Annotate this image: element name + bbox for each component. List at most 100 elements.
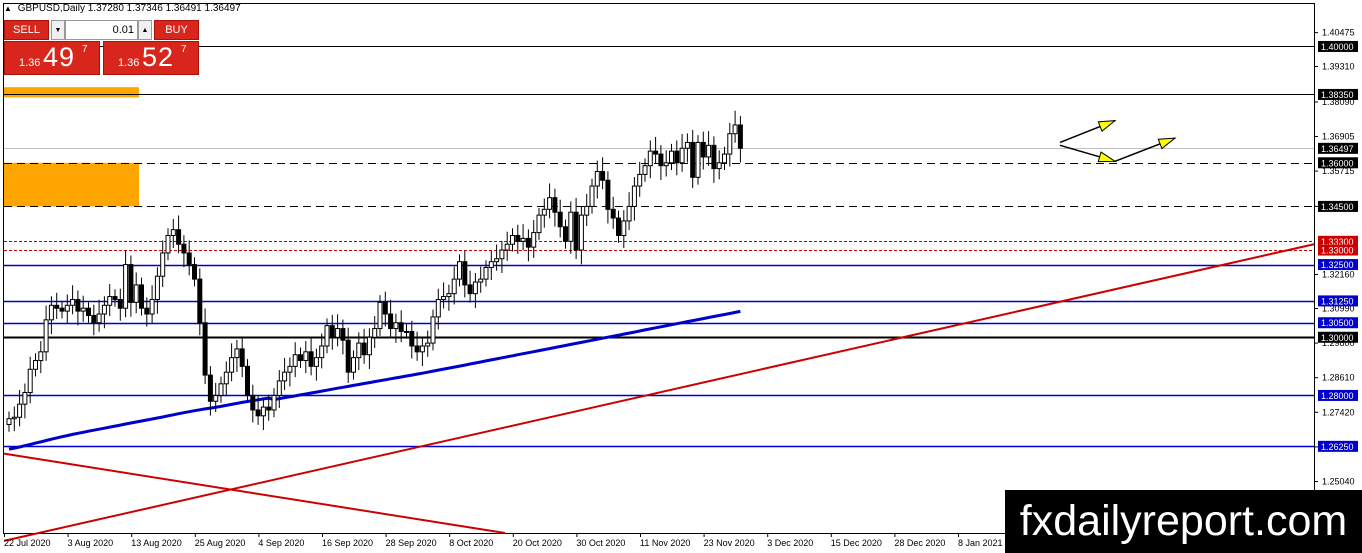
lot-size-input[interactable]: 0.01 <box>65 20 138 40</box>
time-tick-label: 8 Jan 2021 <box>958 538 1003 548</box>
candle-body <box>223 371 229 385</box>
candle-body <box>38 351 44 362</box>
candle-body <box>594 171 600 187</box>
level-label-text: 1.36497 <box>1321 144 1354 154</box>
lot-decrease-icon[interactable]: ▼ <box>51 20 65 40</box>
candle-body <box>80 307 86 312</box>
candle-body <box>732 124 738 135</box>
time-tick-label: 30 Oct 2020 <box>576 538 625 548</box>
candle-body <box>425 342 431 347</box>
candle-body <box>308 351 314 367</box>
buy-button[interactable]: BUY <box>154 20 199 40</box>
zone-rect <box>4 162 139 207</box>
candle-body <box>149 298 155 315</box>
candle-body <box>101 304 107 315</box>
collapse-triangle-icon[interactable]: ▲ <box>4 4 12 13</box>
candle-body <box>441 296 447 300</box>
lot-increase-icon[interactable]: ▲ <box>138 20 152 40</box>
price-tick-label: 1.40475 <box>1322 28 1355 38</box>
candle-body <box>584 205 590 216</box>
chart-header: ▲ GBPUSD,Daily 1.37280 1.37346 1.36491 1… <box>4 3 241 14</box>
candle-body <box>372 328 378 338</box>
level-label-text: 1.33000 <box>1321 246 1354 256</box>
candle-body <box>6 418 12 426</box>
candle-body <box>64 304 70 312</box>
candle-body <box>552 197 558 213</box>
candle-body <box>128 264 134 303</box>
sell-price-pips: 49 <box>43 42 76 72</box>
candle-body <box>658 153 664 167</box>
candle-body <box>33 360 38 370</box>
time-tick-label: 20 Oct 2020 <box>513 538 562 548</box>
candle-body <box>160 252 166 277</box>
price-tick-label: 1.28610 <box>1322 373 1355 383</box>
candle-body <box>536 214 542 234</box>
level-label-text: 1.26250 <box>1321 442 1354 452</box>
time-tick-label: 8 Oct 2020 <box>449 538 493 548</box>
candle-body <box>483 266 489 280</box>
level-label-text: 1.28000 <box>1321 391 1354 401</box>
sell-price-box[interactable]: 1.36 49 7 <box>4 41 100 75</box>
level-label-text: 1.36000 <box>1321 158 1354 168</box>
candle-body <box>43 319 49 353</box>
candle-body <box>165 234 171 254</box>
candle-body <box>139 284 144 309</box>
price-tick-label: 1.36905 <box>1322 131 1355 141</box>
candle-body <box>133 284 139 303</box>
candle-body <box>706 144 712 158</box>
candle-body <box>351 357 356 373</box>
candle-body <box>737 124 743 149</box>
candle-body <box>467 284 473 295</box>
candle-body <box>239 348 245 367</box>
time-tick-label: 3 Aug 2020 <box>68 538 114 548</box>
candle-body <box>319 345 325 359</box>
price-tick-label: 1.32160 <box>1322 269 1355 279</box>
candle-body <box>59 307 65 312</box>
candle-body <box>621 220 627 236</box>
ohlc-values: 1.37280 1.37346 1.36491 1.36497 <box>87 3 241 14</box>
candle-body <box>494 258 500 263</box>
candle-body <box>382 301 388 315</box>
level-label-text: 1.32500 <box>1321 260 1354 270</box>
price-tick-label: 1.39310 <box>1322 62 1355 72</box>
candle-body <box>642 165 648 175</box>
candle-body <box>260 406 266 417</box>
candle-body <box>446 293 452 298</box>
candle-body <box>276 380 282 396</box>
time-axis: 22 Jul 2020 3 Aug 2020 13 Aug 2020 25 Aug 2… <box>4 533 1003 548</box>
sell-button[interactable]: SELL <box>4 20 49 40</box>
candle-body <box>213 394 219 402</box>
candle-body <box>457 261 462 280</box>
candle-body <box>340 328 346 341</box>
candle-body <box>414 345 420 353</box>
time-tick-label: 16 Sep 2020 <box>322 538 373 548</box>
candle-body <box>298 354 303 362</box>
time-tick-label: 25 Aug 2020 <box>195 538 246 548</box>
candle-body <box>366 336 372 356</box>
candle-body <box>568 211 574 242</box>
candle-body <box>419 345 425 353</box>
candle-body <box>499 249 505 260</box>
candle-body <box>234 348 240 359</box>
candle-body <box>303 351 309 362</box>
level-label-text: 1.38350 <box>1321 90 1354 100</box>
candle-body <box>361 342 367 356</box>
candle-body <box>207 374 213 402</box>
candle-body <box>192 264 197 280</box>
level-label-text: 1.40000 <box>1321 42 1354 52</box>
candle-body <box>462 261 468 286</box>
candle-body <box>186 252 192 266</box>
time-tick-label: 22 Jul 2020 <box>4 538 51 548</box>
price-chart[interactable]: 1.404751.393101.380901.369051.357151.345… <box>0 0 1362 553</box>
buy-price-box[interactable]: 1.36 52 7 <box>103 41 199 75</box>
candle-body <box>700 141 706 158</box>
candle-body <box>557 211 563 228</box>
candle-body <box>684 141 690 149</box>
candle-body <box>91 314 97 324</box>
candle-body <box>335 328 341 338</box>
candle-body <box>631 185 637 207</box>
candle-body <box>711 144 717 170</box>
time-tick-label: 23 Nov 2020 <box>704 538 755 548</box>
candle-body <box>117 298 123 309</box>
candle-body <box>610 208 616 219</box>
